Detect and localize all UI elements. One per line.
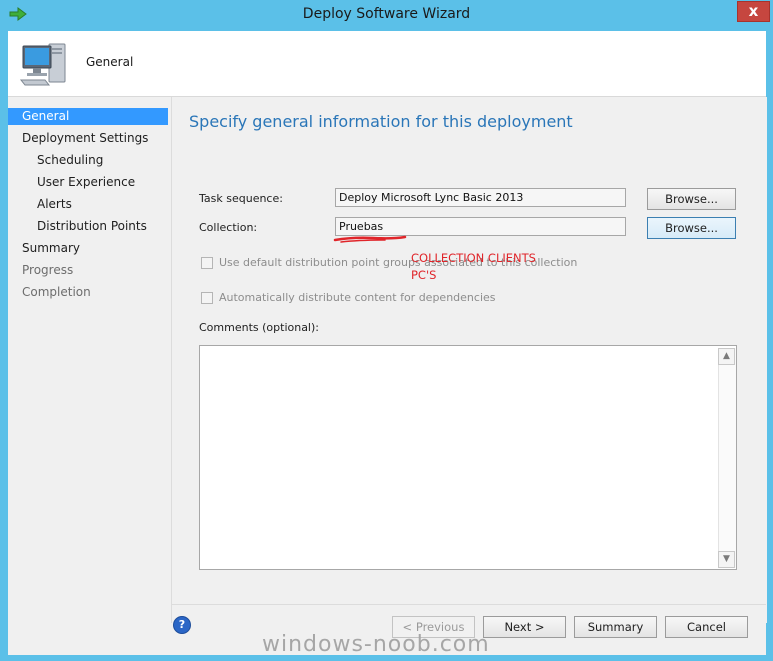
footer-divider — [171, 604, 766, 605]
comments-label: Comments (optional): — [199, 321, 319, 334]
content-heading: Specify general information for this dep… — [189, 112, 573, 131]
nav-item-alerts[interactable]: Alerts — [37, 196, 72, 213]
cancel-button[interactable]: Cancel — [665, 616, 748, 638]
nav-item-general[interactable]: General — [8, 108, 168, 125]
auto-distribute-checkbox[interactable] — [201, 292, 213, 304]
task-sequence-field[interactable]: Deploy Microsoft Lync Basic 2013 — [335, 188, 626, 207]
auto-distribute-label: Automatically distribute content for dep… — [219, 291, 496, 304]
comments-textarea[interactable] — [199, 345, 737, 570]
next-button[interactable]: Next > — [483, 616, 566, 638]
annotation-text-line2: PC'S — [411, 268, 437, 282]
annotation-underline — [333, 235, 407, 243]
collection-label: Collection: — [199, 221, 258, 234]
nav-item-user-experience[interactable]: User Experience — [37, 174, 135, 191]
collection-browse-button[interactable]: Browse... — [647, 217, 736, 239]
window-title: Deploy Software Wizard — [302, 6, 471, 22]
nav-item-distribution-points[interactable]: Distribution Points — [37, 218, 147, 235]
default-dp-groups-checkbox[interactable] — [201, 257, 213, 269]
task-sequence-browse-button[interactable]: Browse... — [647, 188, 736, 210]
page-title: General — [86, 55, 134, 69]
annotation-text-line1: COLLECTION CLIENTS — [411, 251, 536, 265]
nav-item-progress: Progress — [22, 263, 74, 277]
title-bar[interactable]: Deploy Software Wizard x — [0, 0, 773, 30]
summary-button[interactable]: Summary — [574, 616, 657, 638]
watermark-text: windows-noob.com — [262, 632, 490, 657]
nav-item-summary[interactable]: Summary — [22, 240, 80, 257]
comments-scrollbar[interactable] — [718, 348, 736, 568]
nav-item-completion: Completion — [22, 285, 91, 299]
nav-item-deployment-settings[interactable]: Deployment Settings — [22, 130, 148, 147]
chevron-down-icon[interactable]: ▼ — [718, 551, 735, 568]
chevron-up-icon[interactable]: ▲ — [718, 348, 735, 365]
task-sequence-label: Task sequence: — [199, 192, 283, 205]
nav-item-scheduling[interactable]: Scheduling — [37, 152, 103, 169]
help-icon[interactable]: ? — [173, 616, 191, 634]
computer-icon — [19, 43, 66, 86]
close-button[interactable]: x — [737, 1, 770, 22]
close-icon: x — [748, 2, 759, 20]
